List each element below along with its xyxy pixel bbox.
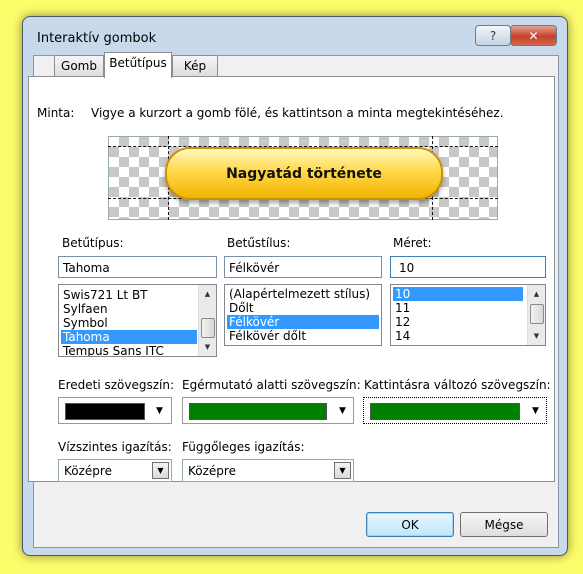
click-color-picker[interactable]: ▼	[363, 397, 547, 424]
click-color-swatch	[370, 403, 520, 420]
tab-label: Betűtípus	[109, 56, 167, 70]
size-input[interactable]: 10	[390, 256, 546, 278]
size-option[interactable]: 14	[393, 329, 523, 343]
horizontal-align-select[interactable]: Középre ▼	[58, 459, 172, 482]
size-label: Méret:	[393, 236, 432, 250]
vertical-align-select[interactable]: Középre ▼	[182, 459, 354, 482]
style-input[interactable]: Félkövér	[224, 256, 382, 278]
help-button[interactable]: ?	[475, 25, 511, 46]
tab-kep[interactable]: Kép	[172, 55, 218, 77]
original-color-swatch	[65, 403, 145, 420]
font-option[interactable]: Swis721 Lt BT	[61, 288, 197, 302]
scroll-up-icon[interactable]: ▲	[199, 287, 216, 301]
preview-label: Minta:	[37, 106, 75, 120]
vertical-align-label: Függőleges igazítás:	[182, 440, 305, 454]
tab-label: Kép	[183, 59, 207, 73]
original-color-picker[interactable]: ▼	[58, 397, 172, 424]
preview-hint: Vigye a kurzort a gomb fölé, és kattints…	[91, 106, 504, 120]
dropdown-arrow-icon: ▼	[156, 406, 163, 416]
tab-gomb[interactable]: Gomb	[54, 55, 104, 77]
tab-label: Gomb	[61, 59, 97, 73]
font-option[interactable]: Tempus Sans ITC	[61, 344, 197, 356]
font-option[interactable]: Symbol	[61, 316, 197, 330]
style-option-selected[interactable]: Félkövér	[227, 315, 379, 329]
dialog-title: Interaktív gombok	[37, 31, 157, 46]
dropdown-arrow-icon: ▼	[532, 406, 539, 416]
hover-color-label: Egérmutató alatti szövegszín:	[182, 378, 361, 392]
horizontal-align-value: Középre	[64, 464, 112, 478]
chevron-down-icon[interactable]: ▼	[152, 462, 169, 479]
ok-button-label: OK	[401, 517, 419, 532]
scroll-down-icon[interactable]: ▼	[199, 340, 216, 354]
font-list[interactable]: Swis721 Lt BT Sylfaen Symbol Tahoma Temp…	[58, 284, 217, 357]
dropdown-arrow-icon: ▼	[339, 406, 346, 416]
scroll-down-icon[interactable]: ▼	[528, 329, 545, 343]
chevron-down-icon[interactable]: ▼	[334, 462, 351, 479]
horizontal-align-label: Vízszintes igazítás:	[58, 440, 172, 454]
size-list[interactable]: 10 11 12 14 ▲ ▼	[390, 284, 546, 346]
font-option-selected[interactable]: Tahoma	[61, 330, 197, 344]
preview-button-text: Nagyatád története	[226, 165, 382, 182]
help-icon: ?	[489, 28, 497, 43]
tab-betutipus[interactable]: Betűtípus	[104, 52, 172, 78]
style-label: Betűstílus:	[227, 236, 291, 250]
hover-color-picker[interactable]: ▼	[182, 397, 354, 424]
size-option-selected[interactable]: 10	[393, 287, 523, 301]
cancel-button[interactable]: Mégse	[460, 512, 548, 537]
style-option[interactable]: Dőlt	[227, 301, 379, 315]
hover-color-swatch	[189, 403, 327, 420]
close-button[interactable]: ✕	[510, 25, 557, 46]
close-icon: ✕	[528, 28, 539, 43]
ok-button[interactable]: OK	[366, 512, 454, 537]
scroll-thumb[interactable]	[201, 318, 215, 338]
scroll-up-icon[interactable]: ▲	[528, 287, 545, 301]
font-input[interactable]: Tahoma	[58, 256, 217, 278]
title-bar[interactable]: Interaktív gombok ? ✕	[23, 17, 567, 53]
vertical-align-value: Középre	[188, 464, 236, 478]
style-option[interactable]: Félkövér dőlt	[227, 329, 379, 343]
cancel-button-label: Mégse	[484, 517, 524, 532]
font-option[interactable]: Sylfaen	[61, 302, 197, 316]
size-option[interactable]: 11	[393, 301, 523, 315]
size-list-scrollbar[interactable]: ▲ ▼	[527, 285, 545, 345]
scroll-thumb[interactable]	[530, 304, 544, 324]
font-list-scrollbar[interactable]: ▲ ▼	[198, 285, 216, 356]
click-color-label: Kattintásra változó szövegszín:	[364, 378, 551, 392]
font-label: Betűtípus:	[62, 236, 124, 250]
style-list[interactable]: (Alapértelmezett stílus) Dőlt Félkövér F…	[224, 284, 382, 346]
style-option[interactable]: (Alapértelmezett stílus)	[227, 287, 379, 301]
preview-button[interactable]: Nagyatád története	[165, 147, 443, 200]
size-option[interactable]: 12	[393, 315, 523, 329]
original-color-label: Eredeti szövegszín:	[58, 378, 175, 392]
